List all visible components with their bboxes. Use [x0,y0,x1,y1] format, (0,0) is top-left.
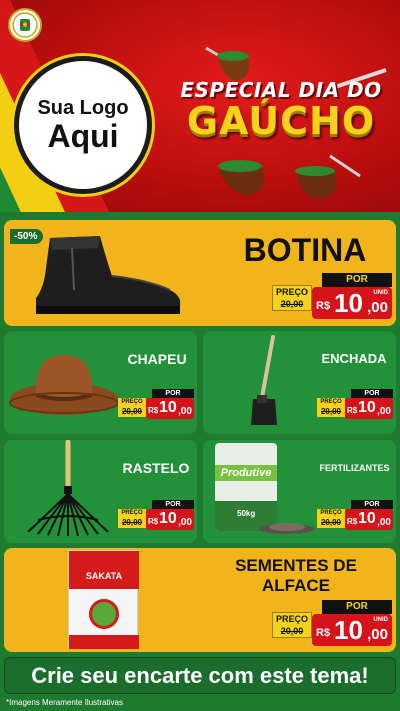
rs-coat-of-arms-icon [8,8,42,42]
cta-banner[interactable]: Crie seu encarte com este tema! [4,657,396,694]
unit-label: UNID [373,290,388,296]
price-tag: PREÇO 20,00 POR R$ 10 ,00 [118,389,194,421]
boot-image [36,236,181,314]
product-card-fertilizantes[interactable]: Produtive 50kg FERTILIZANTES PREÇO 20,00… [203,440,396,543]
logo-line2: Aqui [47,117,119,154]
old-price: 20,00 [320,518,342,527]
currency: R$ [347,406,358,415]
price-tag: PREÇO 20,00 POR R$ 10 ,00 [317,389,393,421]
por-label: POR [322,600,392,614]
price-cents: ,00 [178,517,192,528]
hat-image [9,355,119,415]
por-label: POR [322,273,392,287]
packet-brand: SAKATA [85,571,123,581]
preco-label: PREÇO [121,510,143,516]
bag-weight: 50kg [237,509,256,518]
chimarrao-cuia-icon [218,154,361,199]
old-price: 20,00 [280,299,304,309]
por-label: POR [351,389,393,398]
preco-label: PREÇO [320,510,342,516]
old-price: 20,00 [320,407,342,416]
price-cents: ,00 [377,517,391,528]
price-cents: ,00 [367,299,388,316]
currency: R$ [148,517,159,526]
currency: R$ [347,517,358,526]
old-price: 20,00 [280,626,304,636]
price-integer: 10 [159,510,177,527]
currency: R$ [316,627,331,639]
currency: R$ [316,300,331,312]
product-card-chapeu[interactable]: CHAPEU PREÇO 20,00 POR R$ 10 ,00 [4,331,197,434]
price-integer: 10 [358,510,376,527]
product-card-enchada[interactable]: ENCHADA PREÇO 20,00 POR R$ 10 ,00 [203,331,396,434]
price-cents: ,00 [367,626,388,643]
product-name: SEMENTES DE ALFACE [216,556,376,595]
old-price: 20,00 [121,518,143,527]
price-tag: PREÇO 20,00 POR R$ 10 ,00 [317,500,393,532]
product-name-line1: SEMENTES DE [235,556,357,575]
unit-label: UNID [373,617,388,623]
product-card-sementes-alface[interactable]: SAKATA SEMENTES DE ALFACE PREÇO 20,00 PO… [4,548,396,652]
product-name: RASTELO [122,460,190,476]
preco-label: PREÇO [275,614,308,624]
por-label: POR [351,500,393,509]
seed-packet-image: SAKATA [68,550,139,649]
price-integer: 10 [334,288,363,318]
currency: R$ [148,406,159,415]
logo-line1: Sua Logo [37,96,129,119]
fertilizer-pile-image [259,523,315,534]
store-logo-placeholder[interactable]: Sua Logo Aqui [14,56,152,194]
hoe-image [251,335,277,425]
product-name: CHAPEU [127,351,187,367]
price-cents: ,00 [377,406,391,417]
footnote: *Imagens Meramente Ilustrativas [6,698,123,707]
product-name: ENCHADA [321,351,387,366]
preco-label: PREÇO [320,399,342,405]
por-label: POR [152,500,194,509]
price-tag: PREÇO 20,00 POR R$ 10 UNID ,00 [272,273,392,319]
preco-label: PREÇO [121,399,143,405]
header-banner: Sua Logo Aqui ESPECIAL DIA DO GAÚCHO [0,0,400,212]
price-tag: PREÇO 20,00 POR R$ 10 UNID ,00 [272,600,392,646]
price-tag: PREÇO 20,00 POR R$ 10 ,00 [118,500,194,532]
product-card-rastelo[interactable]: RASTELO PREÇO 20,00 POR R$ 10 ,00 [4,440,197,543]
por-label: POR [152,389,194,398]
preco-label: PREÇO [275,287,308,297]
old-price: 20,00 [121,407,143,416]
price-integer: 10 [334,615,363,645]
product-name: BOTINA [243,232,367,268]
price-integer: 10 [358,399,376,416]
price-integer: 10 [159,399,177,416]
rake-image [27,440,109,537]
product-card-botina[interactable]: -50% BOTINA PREÇO 20,00 POR R$ 10 UNID ,… [4,220,396,326]
title-line2: GAÚCHO [186,99,376,143]
product-name-line2: ALFACE [262,575,330,595]
page-title: ESPECIAL DIA DO GAÚCHO [166,78,396,140]
product-name: FERTILIZANTES [319,463,390,473]
price-cents: ,00 [178,406,192,417]
bag-brand: Produtive [220,467,272,479]
